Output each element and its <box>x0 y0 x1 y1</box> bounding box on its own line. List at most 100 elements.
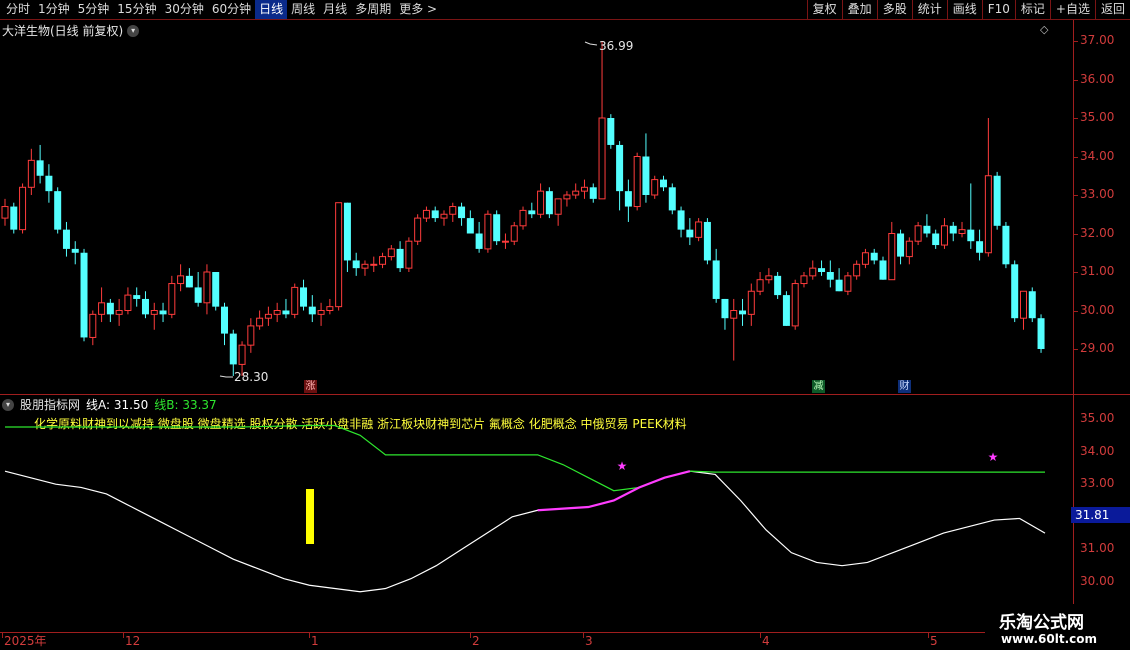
period-tab-6[interactable]: 日线 <box>255 0 288 19</box>
price-tick: 35.00 <box>1080 110 1115 124</box>
price-axis: 37.00 36.00 35.00 34.00 33.00 32.00 31.00 30.00… <box>1073 20 1130 395</box>
candle-body-up <box>405 240 413 269</box>
candle-body-down <box>712 260 720 299</box>
signal-bar <box>306 489 314 544</box>
candle-body-down <box>967 229 975 242</box>
candle-body-down <box>308 306 316 315</box>
date-label: 1 <box>311 634 319 648</box>
date-label: 4 <box>762 634 770 648</box>
period-tab-9[interactable]: 多周期 <box>351 0 395 19</box>
candle-body-down <box>54 191 62 230</box>
candle-body-down <box>739 310 747 315</box>
event-marker-cai[interactable]: 财 <box>898 380 911 393</box>
candle-body-down <box>185 275 193 288</box>
candle-body-down <box>677 210 685 230</box>
candle-body-up <box>861 252 869 265</box>
candlestick-chart[interactable] <box>0 20 1073 395</box>
tool-button-8[interactable]: 返回 <box>1094 0 1130 19</box>
candle-body-up <box>247 325 255 346</box>
candle-body-up <box>379 256 387 265</box>
candle-body-up <box>484 213 492 250</box>
period-tab-10[interactable]: 更多 > <box>395 0 441 19</box>
candle-body-up <box>914 225 922 242</box>
candle-body-up <box>984 175 992 254</box>
tool-button-4[interactable]: 画线 <box>946 0 982 19</box>
period-tab-1[interactable]: 1分钟 <box>34 0 74 19</box>
indicator-chart[interactable]: ★★ <box>0 395 1073 632</box>
candle-body-up <box>940 225 948 246</box>
candle-body-down <box>642 156 650 195</box>
candle-body-down <box>466 218 474 234</box>
candle-body-up <box>554 198 562 215</box>
candle-body-up <box>98 302 106 315</box>
tool-button-1[interactable]: 叠加 <box>841 0 877 19</box>
candle-body-up <box>326 306 334 311</box>
candle-body-down <box>36 160 44 176</box>
candle-body-down <box>133 295 141 299</box>
candle-body-down <box>194 287 202 303</box>
event-marker-jian[interactable]: 减 <box>812 380 825 393</box>
line-a <box>4 470 1046 593</box>
candle-body-up <box>422 209 430 219</box>
period-toolbar: 分时 1分钟 5分钟 15分钟 30分钟 60分钟 日线 周线 月线 多周期 更多 > 复权 叠加 多股… <box>0 0 1130 20</box>
candle-body-down <box>212 272 220 307</box>
candle-body-down <box>10 206 18 230</box>
candle-body-down <box>45 175 53 192</box>
candle-body-down <box>923 225 931 234</box>
candle-body-up <box>273 310 281 315</box>
candle-body-up <box>1 206 9 219</box>
candle-body-down <box>616 144 624 192</box>
candle-body-up <box>1019 290 1027 319</box>
period-tab-8[interactable]: 月线 <box>319 0 351 19</box>
event-marker-zhang[interactable]: 涨 <box>304 380 317 393</box>
tool-button-2[interactable]: 多股 <box>876 0 912 19</box>
candle-body-down <box>686 229 694 238</box>
candle-body-down <box>221 306 228 334</box>
price-tick: 31.00 <box>1080 264 1115 278</box>
period-tab-3[interactable]: 15分钟 <box>113 0 160 19</box>
price-tick: 29.00 <box>1080 341 1115 355</box>
candle-body-down <box>528 210 536 215</box>
candle-body-up <box>501 240 509 243</box>
candle-body-up <box>124 294 132 312</box>
candle-body-up <box>317 310 325 315</box>
candle-body-down <box>721 298 729 319</box>
candle-body-up <box>440 213 448 219</box>
candle-body-down <box>475 233 483 249</box>
period-tab-5[interactable]: 60分钟 <box>208 0 255 19</box>
indicator-tick: 35.00 <box>1080 411 1115 425</box>
candle-body-down <box>396 248 404 269</box>
candle-body-up <box>598 117 606 200</box>
date-axis: 2025年 12 1 2 3 4 5 <box>0 632 1073 650</box>
price-tick: 37.00 <box>1080 33 1115 47</box>
candle-body-down <box>818 268 826 272</box>
candle-body-down <box>897 233 905 257</box>
period-tab-2[interactable]: 5分钟 <box>74 0 114 19</box>
stock-title: 大洋生物(日线 前复权) <box>2 24 124 38</box>
candle-body-down <box>1028 291 1036 319</box>
star-marker: ★ <box>617 459 628 473</box>
candle-body-down <box>80 252 88 338</box>
candle-body-up <box>633 156 641 208</box>
indicator-tick: 30.00 <box>1080 574 1115 588</box>
period-tab-4[interactable]: 30分钟 <box>161 0 208 19</box>
candle-body-up <box>756 279 764 292</box>
candle-body-up <box>264 313 272 319</box>
tool-button-5[interactable]: F10 <box>981 0 1015 19</box>
candle-body-down <box>949 225 957 234</box>
period-tab-7[interactable]: 周线 <box>287 0 319 19</box>
star-marker: ★ <box>988 450 999 464</box>
diamond-icon[interactable]: ◇ <box>1040 23 1048 36</box>
tool-button-7[interactable]: +自选 <box>1049 0 1095 19</box>
tool-button-6[interactable]: 标记 <box>1014 0 1050 19</box>
tool-button-0[interactable]: 复权 <box>806 0 842 19</box>
date-label: 5 <box>930 634 938 648</box>
candle-body-up <box>115 310 123 315</box>
period-tab-0[interactable]: 分时 <box>2 0 34 19</box>
tool-button-3[interactable]: 统计 <box>911 0 947 19</box>
candle-body-down <box>71 248 79 253</box>
candle-body-up <box>177 275 185 285</box>
main-chart-panel[interactable] <box>0 20 1073 395</box>
date-label: 2 <box>472 634 480 648</box>
chevron-down-icon[interactable]: ▾ <box>127 24 140 37</box>
